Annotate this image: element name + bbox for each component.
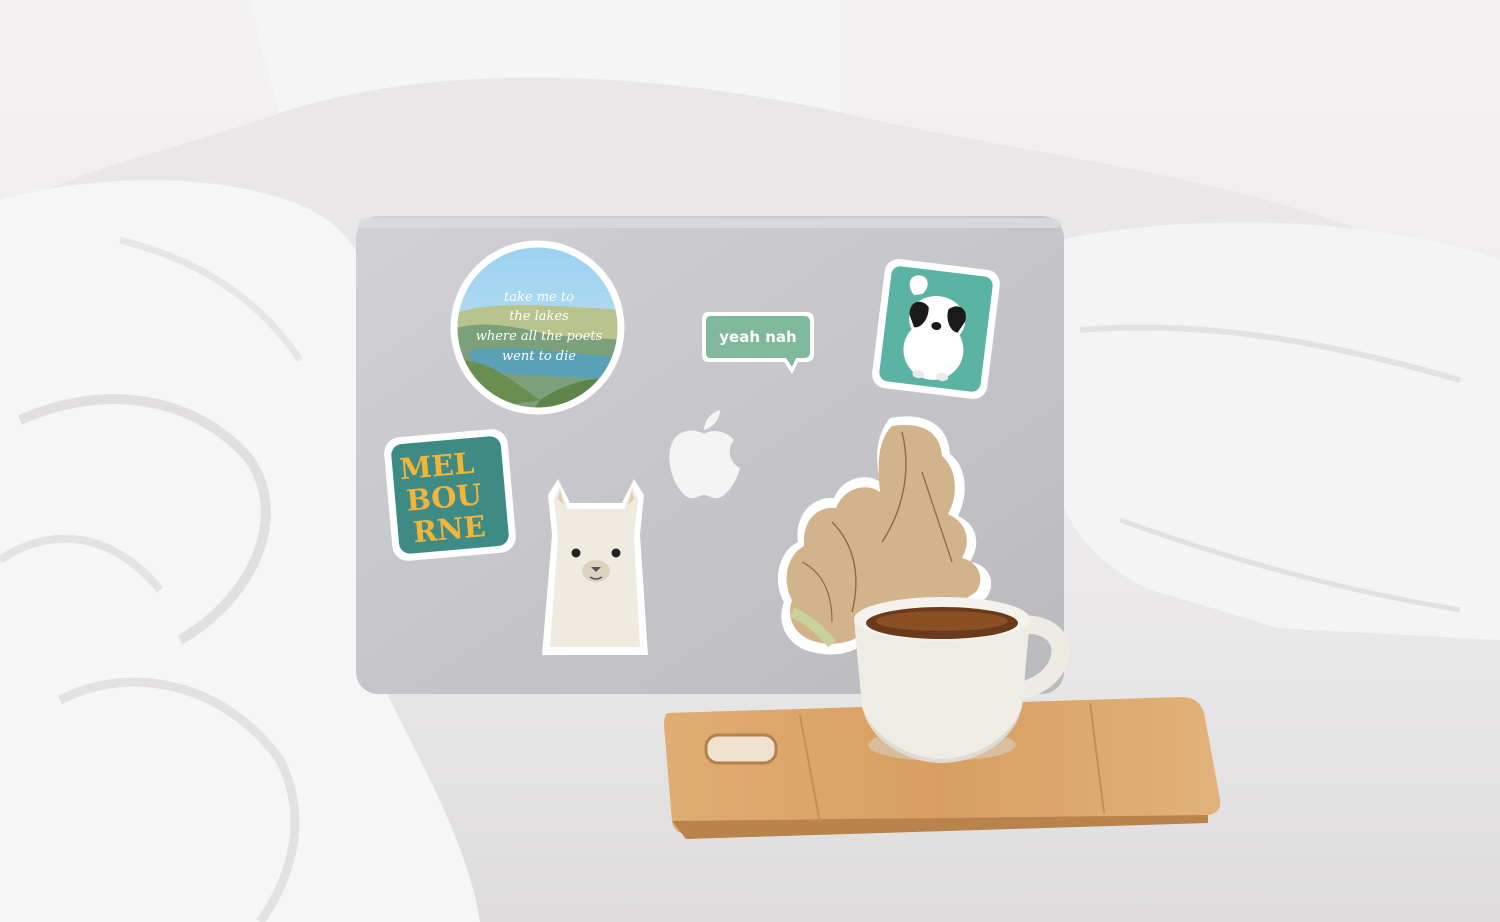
speech-bubble-sticker: yeah nah	[702, 312, 814, 374]
dog-sticker	[872, 259, 1000, 399]
coffee-cup	[854, 597, 1070, 763]
melbourne-line-3: RNE	[412, 509, 487, 549]
lakes-line-2: the lakes	[509, 309, 569, 324]
apple-logo-icon	[669, 410, 740, 499]
lakes-line-3: where all the poets	[476, 329, 603, 344]
lakes-line-1: take me to	[504, 290, 574, 305]
lakes-sticker: take me to the lakes where all the poets…	[450, 240, 625, 415]
melbourne-sticker: MEL BOU RNE	[384, 429, 516, 561]
alpaca-sticker	[542, 479, 648, 655]
speech-bubble-text: yeah nah	[719, 328, 796, 346]
lakes-line-4: went to die	[502, 349, 576, 364]
photo-scene: take me to the lakes where all the poets…	[0, 0, 1500, 922]
